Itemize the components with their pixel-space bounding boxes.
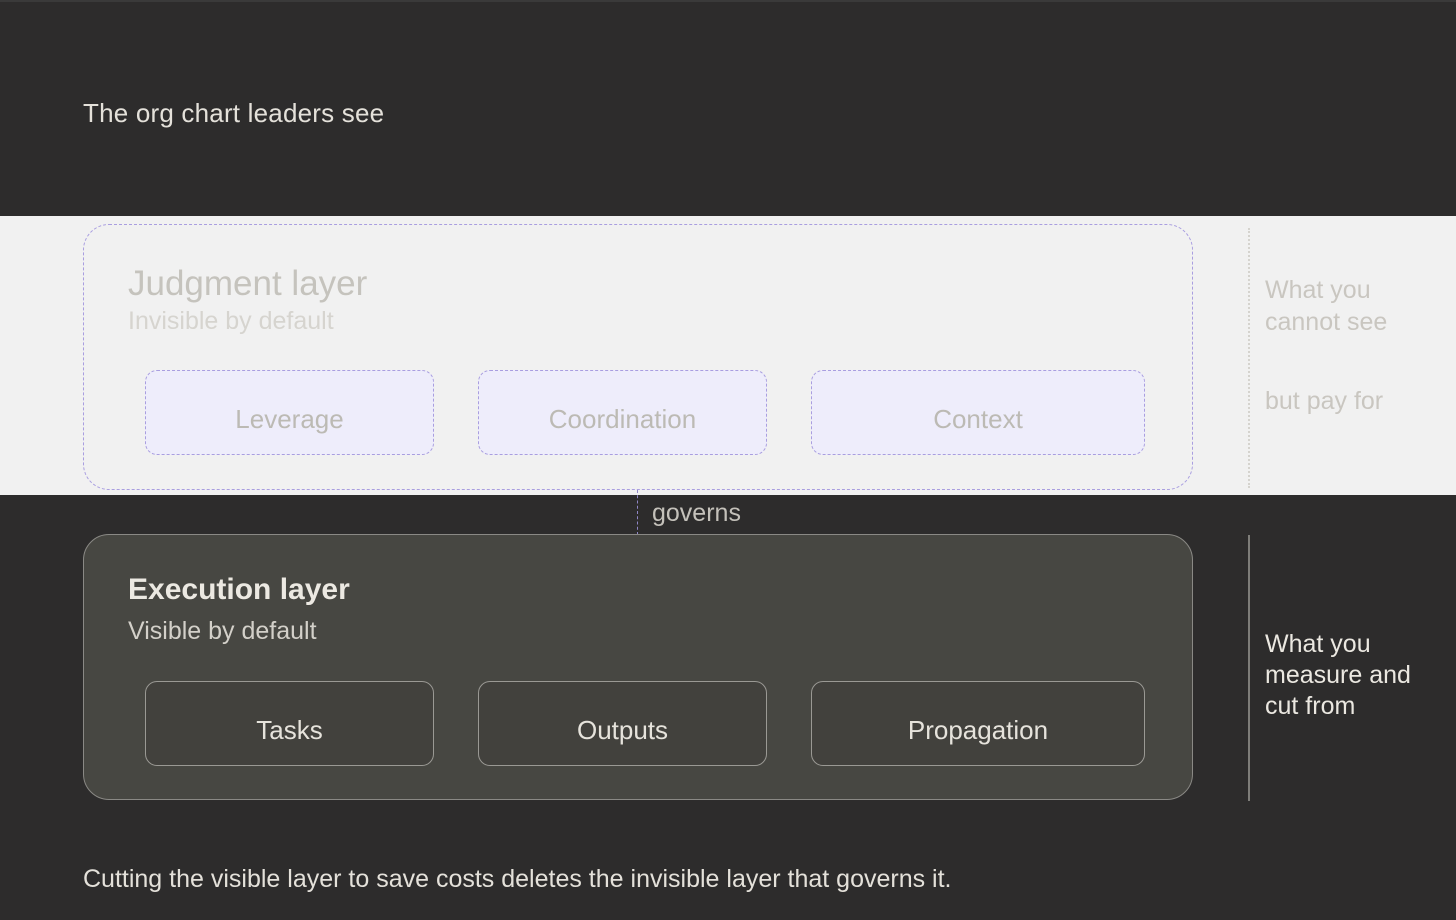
- execution-item-tasks: Tasks: [145, 681, 434, 766]
- execution-side-label: What you measure and cut from: [1265, 630, 1411, 720]
- diagram-heading: The org chart leaders see: [83, 98, 385, 128]
- judgment-item-leverage: Leverage: [145, 370, 434, 455]
- judgment-side-label-bottom: but pay for: [1265, 387, 1384, 415]
- execution-layer-subtitle: Visible by default: [128, 617, 317, 645]
- judgment-side-divider: [1248, 228, 1250, 488]
- judgment-side-label-top: What you cannot see: [1265, 276, 1388, 336]
- judgment-layer-title: Judgment layer: [128, 264, 368, 303]
- governs-label: governs: [652, 499, 741, 527]
- top-border: [0, 0, 1456, 2]
- judgment-item-coordination: Coordination: [478, 370, 767, 455]
- governs-connector: [637, 490, 638, 535]
- judgment-layer-subtitle: Invisible by default: [128, 307, 334, 335]
- execution-layer-title: Execution layer: [128, 573, 350, 606]
- judgment-item-context: Context: [811, 370, 1145, 455]
- execution-side-divider: [1248, 535, 1250, 801]
- diagram-footer-caption: Cutting the visible layer to save costs …: [83, 865, 952, 893]
- execution-item-outputs: Outputs: [478, 681, 767, 766]
- execution-item-propagation: Propagation: [811, 681, 1145, 766]
